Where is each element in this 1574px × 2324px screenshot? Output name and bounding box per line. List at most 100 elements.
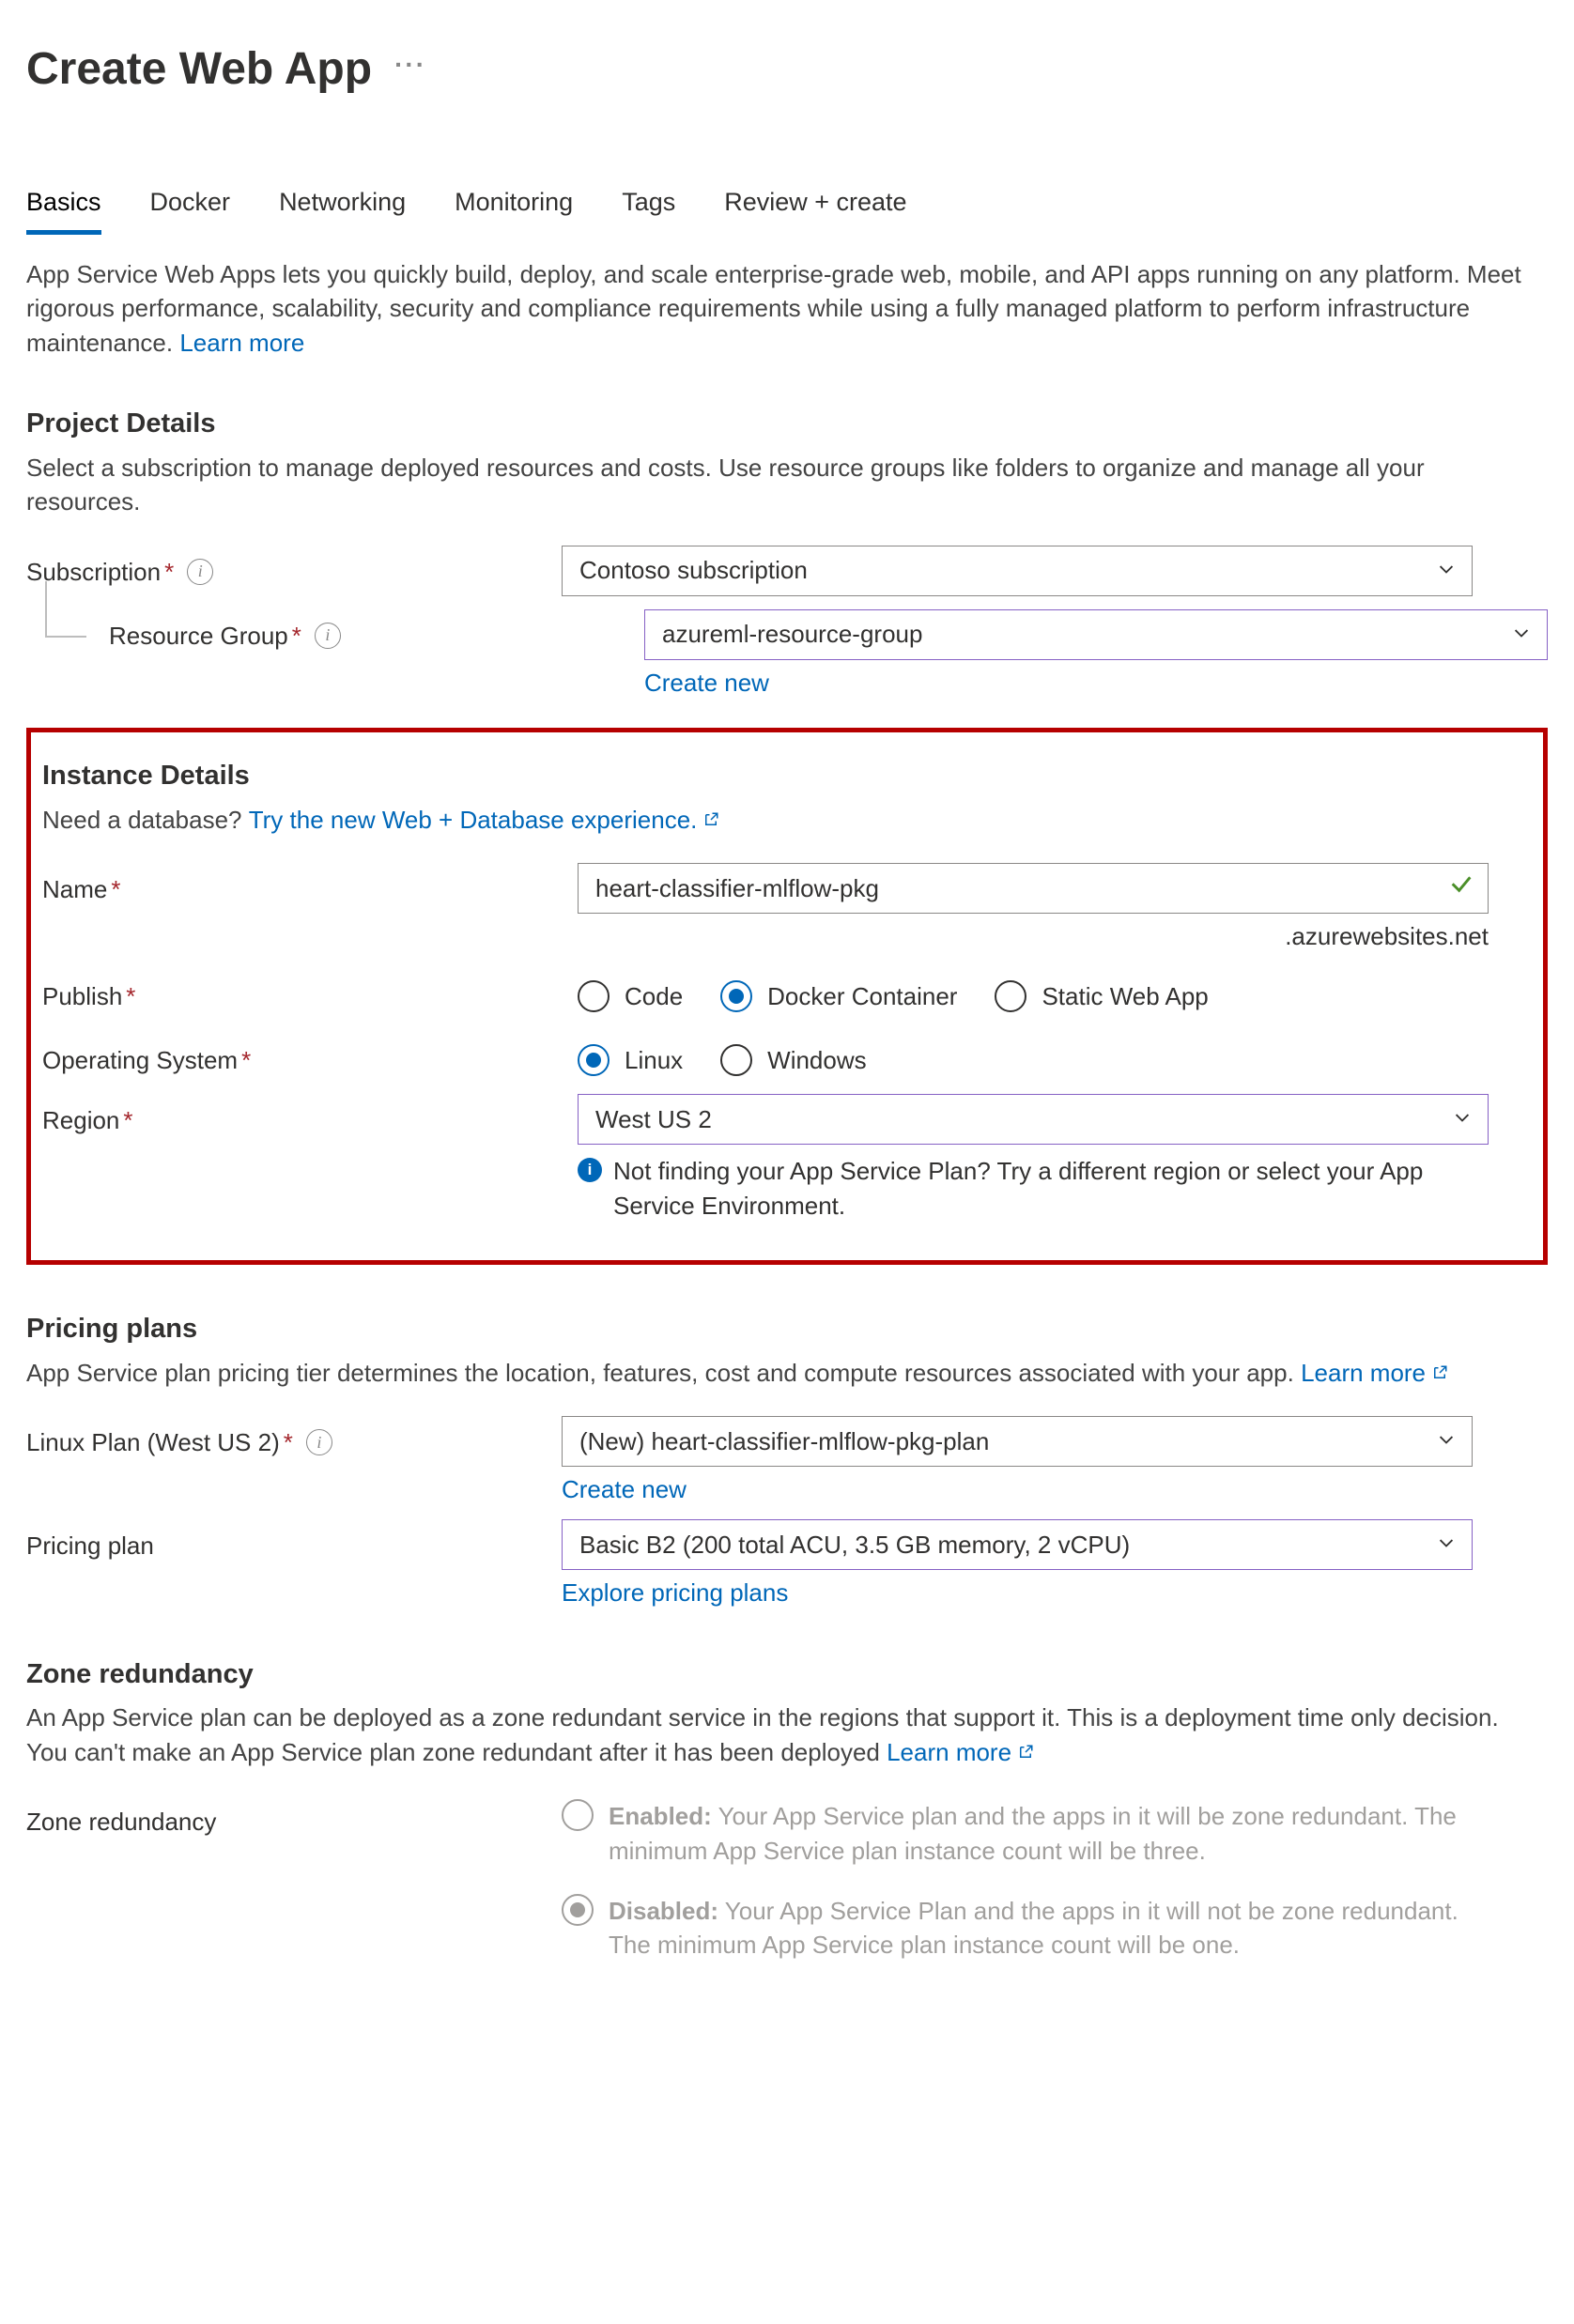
pricing-plan-label: Pricing plan: [26, 1529, 154, 1562]
radio-icon: [720, 980, 752, 1012]
zone-redundancy-label: Zone redundancy: [26, 1805, 216, 1839]
region-label: Region: [42, 1103, 119, 1137]
more-actions-icon[interactable]: ···: [394, 46, 426, 92]
chevron-down-icon: [1511, 617, 1532, 651]
domain-suffix: .azurewebsites.net: [578, 919, 1489, 953]
pricing-plan-value: Basic B2 (200 total ACU, 3.5 GB memory, …: [579, 1528, 1130, 1562]
zone-option-disabled-label: Disabled: Your App Service Plan and the …: [609, 1894, 1473, 1962]
name-value: heart-classifier-mlflow-pkg: [595, 871, 879, 905]
section-instance-details-heading: Instance Details: [42, 757, 1532, 795]
external-link-icon: [702, 803, 719, 837]
instance-details-highlight: Instance Details Need a database? Try th…: [26, 728, 1548, 1265]
zone-learn-more-label: Learn more: [887, 1735, 1011, 1769]
linux-plan-label: Linux Plan (West US 2): [26, 1425, 280, 1459]
name-label: Name: [42, 872, 107, 906]
external-link-icon: [1017, 1735, 1034, 1769]
publish-option-staticwebapp-label: Static Web App: [1042, 979, 1208, 1013]
os-option-linux[interactable]: Linux: [578, 1043, 683, 1077]
info-icon[interactable]: i: [187, 559, 213, 585]
explore-pricing-plans-link[interactable]: Explore pricing plans: [562, 1578, 788, 1607]
publish-option-docker[interactable]: Docker Container: [720, 979, 957, 1013]
resource-group-label: Resource Group: [109, 619, 288, 653]
pricing-plan-select[interactable]: Basic B2 (200 total ACU, 3.5 GB memory, …: [562, 1519, 1473, 1570]
os-option-windows[interactable]: Windows: [720, 1043, 866, 1077]
instance-db-prompt-text: Need a database?: [42, 806, 249, 834]
resource-group-select[interactable]: azureml-resource-group: [644, 609, 1548, 660]
chevron-down-icon: [1436, 1424, 1457, 1458]
intro-text: App Service Web Apps lets you quickly bu…: [26, 257, 1529, 360]
os-option-windows-label: Windows: [767, 1043, 866, 1077]
web-database-experience-link-label: Try the new Web + Database experience.: [249, 803, 698, 837]
subscription-select[interactable]: Contoso subscription: [562, 546, 1473, 596]
external-link-icon: [1431, 1356, 1448, 1390]
section-pricing-heading: Pricing plans: [26, 1310, 1548, 1348]
tab-review-create[interactable]: Review + create: [724, 185, 906, 235]
section-pricing-desc-text: App Service plan pricing tier determines…: [26, 1359, 1301, 1387]
tab-tags[interactable]: Tags: [622, 185, 675, 235]
publish-radio-group: Code Docker Container Static Web App: [578, 970, 1489, 1013]
required-marker: *: [241, 1043, 251, 1077]
linux-plan-select[interactable]: (New) heart-classifier-mlflow-pkg-plan: [562, 1416, 1473, 1467]
radio-icon: [995, 980, 1026, 1012]
zone-option-enabled-desc: Your App Service plan and the apps in it…: [609, 1802, 1457, 1864]
region-select[interactable]: West US 2: [578, 1094, 1489, 1145]
web-database-experience-link[interactable]: Try the new Web + Database experience.: [249, 803, 720, 837]
info-icon[interactable]: i: [315, 623, 341, 649]
required-marker: *: [292, 619, 301, 653]
tab-docker[interactable]: Docker: [150, 185, 231, 235]
zone-option-enabled: Enabled: Your App Service plan and the a…: [562, 1799, 1473, 1868]
section-project-details-desc: Select a subscription to manage deployed…: [26, 451, 1529, 519]
publish-option-code-label: Code: [625, 979, 683, 1013]
tab-monitoring[interactable]: Monitoring: [455, 185, 573, 235]
section-project-details-heading: Project Details: [26, 405, 1548, 443]
publish-option-code[interactable]: Code: [578, 979, 683, 1013]
radio-icon: [562, 1799, 594, 1831]
chevron-down-icon: [1436, 553, 1457, 587]
zone-option-disabled-desc: Your App Service Plan and the apps in it…: [609, 1897, 1458, 1959]
tab-basics[interactable]: Basics: [26, 185, 101, 235]
region-info-text: Not finding your App Service Plan? Try a…: [613, 1154, 1489, 1223]
radio-icon: [720, 1044, 752, 1076]
pricing-learn-more-label: Learn more: [1301, 1356, 1426, 1390]
info-icon[interactable]: i: [306, 1429, 332, 1455]
info-icon: i: [578, 1158, 602, 1182]
zone-option-disabled: Disabled: Your App Service Plan and the …: [562, 1894, 1473, 1962]
publish-option-staticwebapp[interactable]: Static Web App: [995, 979, 1208, 1013]
linux-plan-value: (New) heart-classifier-mlflow-pkg-plan: [579, 1424, 989, 1458]
check-icon: [1448, 870, 1474, 905]
required-marker: *: [123, 1103, 132, 1137]
publish-option-docker-label: Docker Container: [767, 979, 957, 1013]
subscription-value: Contoso subscription: [579, 553, 808, 587]
tabs: Basics Docker Networking Monitoring Tags…: [26, 185, 1548, 235]
chevron-down-icon: [1452, 1102, 1473, 1136]
os-label: Operating System: [42, 1043, 238, 1077]
resource-group-value: azureml-resource-group: [662, 617, 922, 651]
chevron-down-icon: [1436, 1528, 1457, 1562]
resource-group-create-new-link[interactable]: Create new: [644, 669, 769, 697]
zone-option-disabled-title: Disabled:: [609, 1897, 718, 1925]
publish-label: Publish: [42, 979, 122, 1013]
tab-networking[interactable]: Networking: [279, 185, 406, 235]
page-title-text: Create Web App: [26, 38, 372, 100]
os-radio-group: Linux Windows: [578, 1034, 1489, 1077]
os-option-linux-label: Linux: [625, 1043, 683, 1077]
zone-option-enabled-title: Enabled:: [609, 1802, 712, 1830]
intro-learn-more-link[interactable]: Learn more: [179, 329, 304, 357]
region-value: West US 2: [595, 1102, 712, 1136]
name-input[interactable]: heart-classifier-mlflow-pkg: [578, 863, 1489, 914]
radio-icon: [578, 980, 610, 1012]
linux-plan-create-new-link[interactable]: Create new: [562, 1475, 687, 1503]
section-zone-desc: An App Service plan can be deployed as a…: [26, 1701, 1529, 1769]
required-marker: *: [111, 872, 120, 906]
required-marker: *: [126, 979, 135, 1013]
section-pricing-desc: App Service plan pricing tier determines…: [26, 1356, 1529, 1390]
radio-icon: [578, 1044, 610, 1076]
zone-option-enabled-label: Enabled: Your App Service plan and the a…: [609, 1799, 1473, 1868]
pricing-learn-more-link[interactable]: Learn more: [1301, 1356, 1448, 1390]
instance-db-prompt: Need a database? Try the new Web + Datab…: [42, 803, 1532, 837]
zone-learn-more-link[interactable]: Learn more: [887, 1735, 1034, 1769]
zone-redundancy-radio-group: Enabled: Your App Service plan and the a…: [562, 1795, 1473, 1962]
section-zone-desc-text: An App Service plan can be deployed as a…: [26, 1703, 1499, 1765]
required-marker: *: [164, 555, 174, 589]
radio-icon: [562, 1894, 594, 1926]
